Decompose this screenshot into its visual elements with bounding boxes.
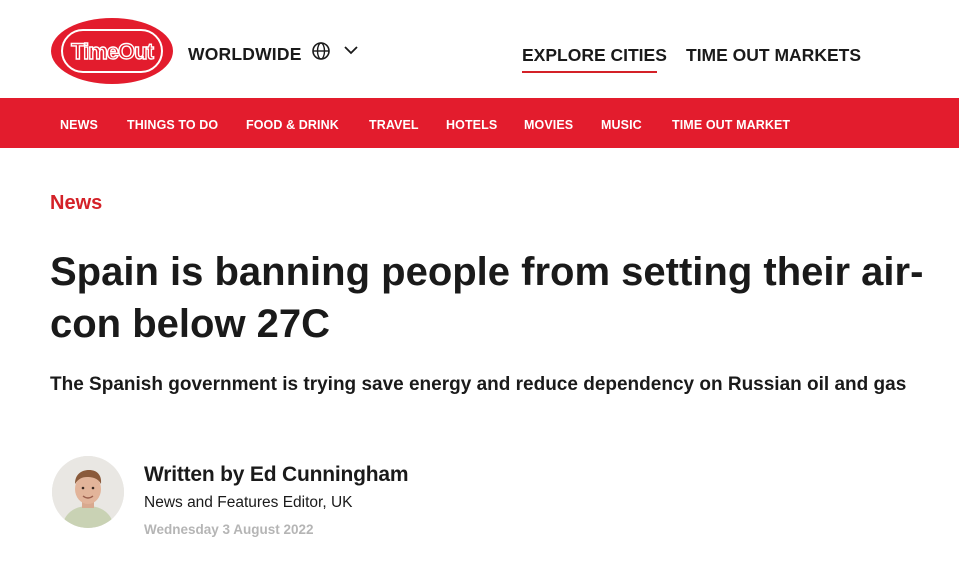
- category-nav: NEWS THINGS TO DO FOOD & DRINK TRAVEL HO…: [0, 98, 959, 148]
- time-out-logo[interactable]: TimeOut: [50, 17, 174, 85]
- nav-item-news[interactable]: NEWS: [60, 118, 98, 132]
- author-role: News and Features Editor, UK: [144, 494, 353, 511]
- author-avatar[interactable]: [52, 456, 124, 528]
- top-header: TimeOut WORLDWIDE EXPLORE CITIES TIME OU…: [0, 0, 959, 98]
- nav-item-movies[interactable]: MOVIES: [524, 118, 573, 132]
- globe-icon[interactable]: [311, 41, 331, 61]
- nav-item-hotels[interactable]: HOTELS: [446, 118, 497, 132]
- region-selector-label[interactable]: WORLDWIDE: [188, 44, 302, 65]
- logo-text: TimeOut: [71, 39, 155, 64]
- nav-item-music[interactable]: MUSIC: [601, 118, 642, 132]
- time-out-markets-link[interactable]: TIME OUT MARKETS: [686, 45, 861, 66]
- article-headline: Spain is banning people from setting the…: [50, 250, 924, 346]
- publish-date: Wednesday 3 August 2022: [144, 522, 314, 537]
- chevron-down-icon[interactable]: [343, 44, 359, 56]
- nav-item-food-drink[interactable]: FOOD & DRINK: [246, 118, 339, 132]
- explore-cities-link[interactable]: EXPLORE CITIES: [522, 45, 667, 66]
- article-standfirst: The Spanish government is trying save en…: [50, 374, 907, 395]
- nav-item-travel[interactable]: TRAVEL: [369, 118, 419, 132]
- nav-item-time-out-market[interactable]: TIME OUT MARKET: [672, 118, 790, 132]
- author-byline[interactable]: Written by Ed Cunningham: [144, 463, 409, 487]
- author-portrait: [52, 456, 124, 528]
- article-category[interactable]: News: [50, 192, 102, 215]
- active-link-underline: [522, 71, 657, 73]
- nav-item-things-to-do[interactable]: THINGS TO DO: [127, 118, 218, 132]
